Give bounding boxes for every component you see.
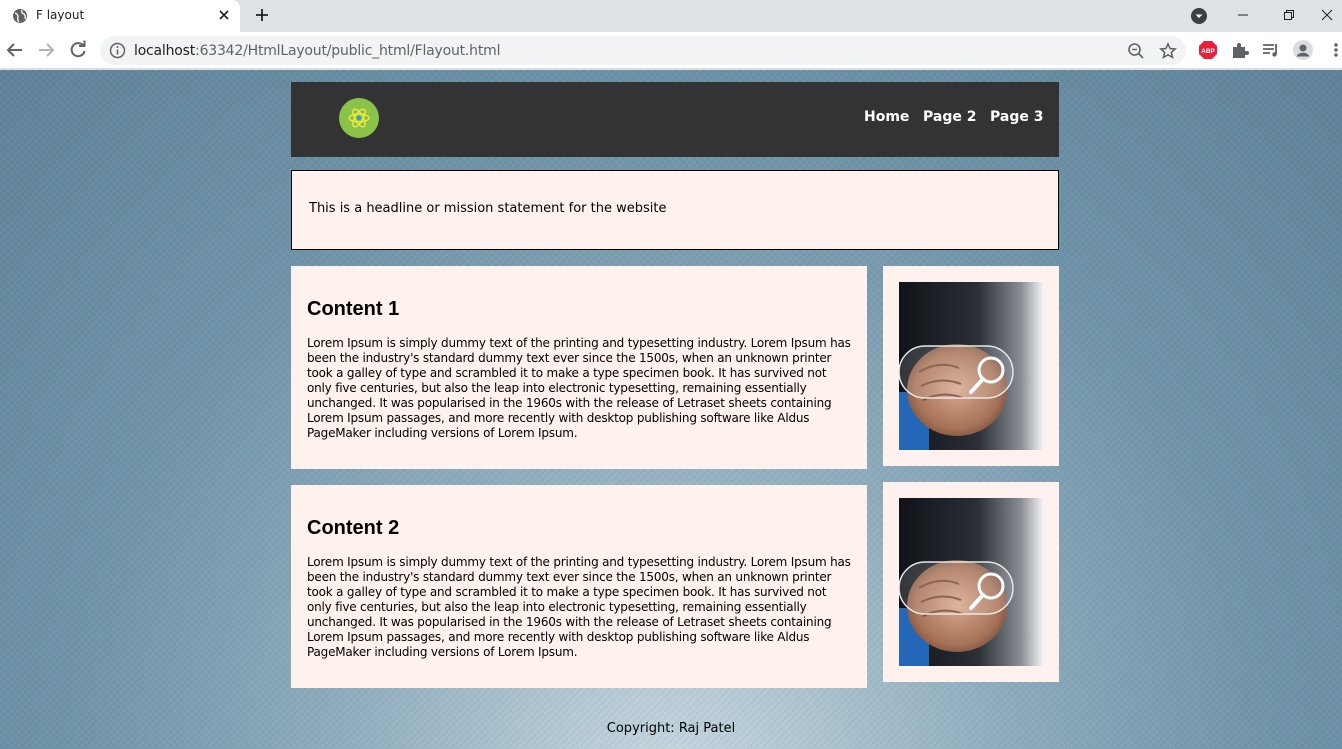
section-title: Content 2 (307, 517, 400, 539)
site-header: Home Page 2 Page 3 (291, 82, 1059, 157)
tab-search-icon[interactable] (1190, 7, 1208, 25)
site-logo[interactable] (339, 98, 379, 138)
nav-link-page-3[interactable]: Page 3 (990, 109, 1043, 125)
minimize-button[interactable] (1221, 0, 1265, 30)
site-footer: Copyright: Raj Patel (606, 721, 736, 736)
restore-button[interactable] (1267, 0, 1311, 30)
tab-title: F layout (36, 8, 85, 22)
star-icon[interactable] (1159, 42, 1177, 60)
search-touch-image (899, 282, 1043, 450)
tab-active[interactable]: F layout (0, 0, 240, 32)
restore-icon (1284, 10, 1294, 20)
nav-link-page-2[interactable]: Page 2 (923, 109, 976, 125)
section-body: Lorem Ipsum is simply dummy text of the … (307, 336, 851, 440)
reload-icon[interactable] (68, 40, 88, 60)
tab-strip: F layout (0, 0, 1342, 32)
browser-toolbar: localhost:63342/HtmlLayout/public_html/F… (0, 32, 1342, 69)
atom-icon (348, 108, 370, 128)
globe-icon (13, 9, 27, 23)
close-icon[interactable] (216, 7, 232, 23)
url-path: :63342/HtmlLayout/public_html/Flayout.ht… (195, 43, 501, 59)
section-title: Content 1 (307, 298, 400, 320)
mission-statement: This is a headline or mission statement … (291, 170, 1059, 250)
image-panel (883, 266, 1059, 466)
close-window-button[interactable] (1311, 0, 1342, 30)
close-icon (1321, 9, 1332, 21)
profile-icon[interactable] (1293, 40, 1313, 60)
back-icon[interactable] (5, 40, 25, 60)
nav-link-home[interactable]: Home (864, 109, 909, 125)
image-panel (883, 482, 1059, 682)
info-icon[interactable] (109, 42, 126, 59)
page-viewport: Home Page 2 Page 3 This is a headline or… (0, 70, 1342, 749)
menu-icon[interactable] (1326, 40, 1340, 60)
puzzle-icon[interactable] (1230, 40, 1250, 60)
headline-text: This is a headline or mission statement … (309, 201, 667, 216)
url-text: localhost:63342/HtmlLayout/public_html/F… (134, 43, 500, 59)
content-section: Content 2 Lorem Ipsum is simply dummy te… (291, 485, 867, 688)
media-icon[interactable] (1261, 40, 1281, 60)
content-section: Content 1 Lorem Ipsum is simply dummy te… (291, 266, 867, 469)
plus-icon[interactable] (253, 6, 271, 24)
svg-text:ABP: ABP (1201, 48, 1215, 55)
section-body: Lorem Ipsum is simply dummy text of the … (307, 555, 851, 659)
search-touch-image (899, 498, 1043, 666)
minimize-icon (1238, 14, 1248, 16)
address-bar[interactable]: localhost:63342/HtmlLayout/public_html/F… (100, 36, 1186, 65)
url-host: localhost (134, 43, 196, 59)
zoom-icon[interactable] (1127, 42, 1145, 60)
forward-icon[interactable] (36, 40, 56, 60)
adblock-icon[interactable]: ABP (1198, 40, 1218, 60)
